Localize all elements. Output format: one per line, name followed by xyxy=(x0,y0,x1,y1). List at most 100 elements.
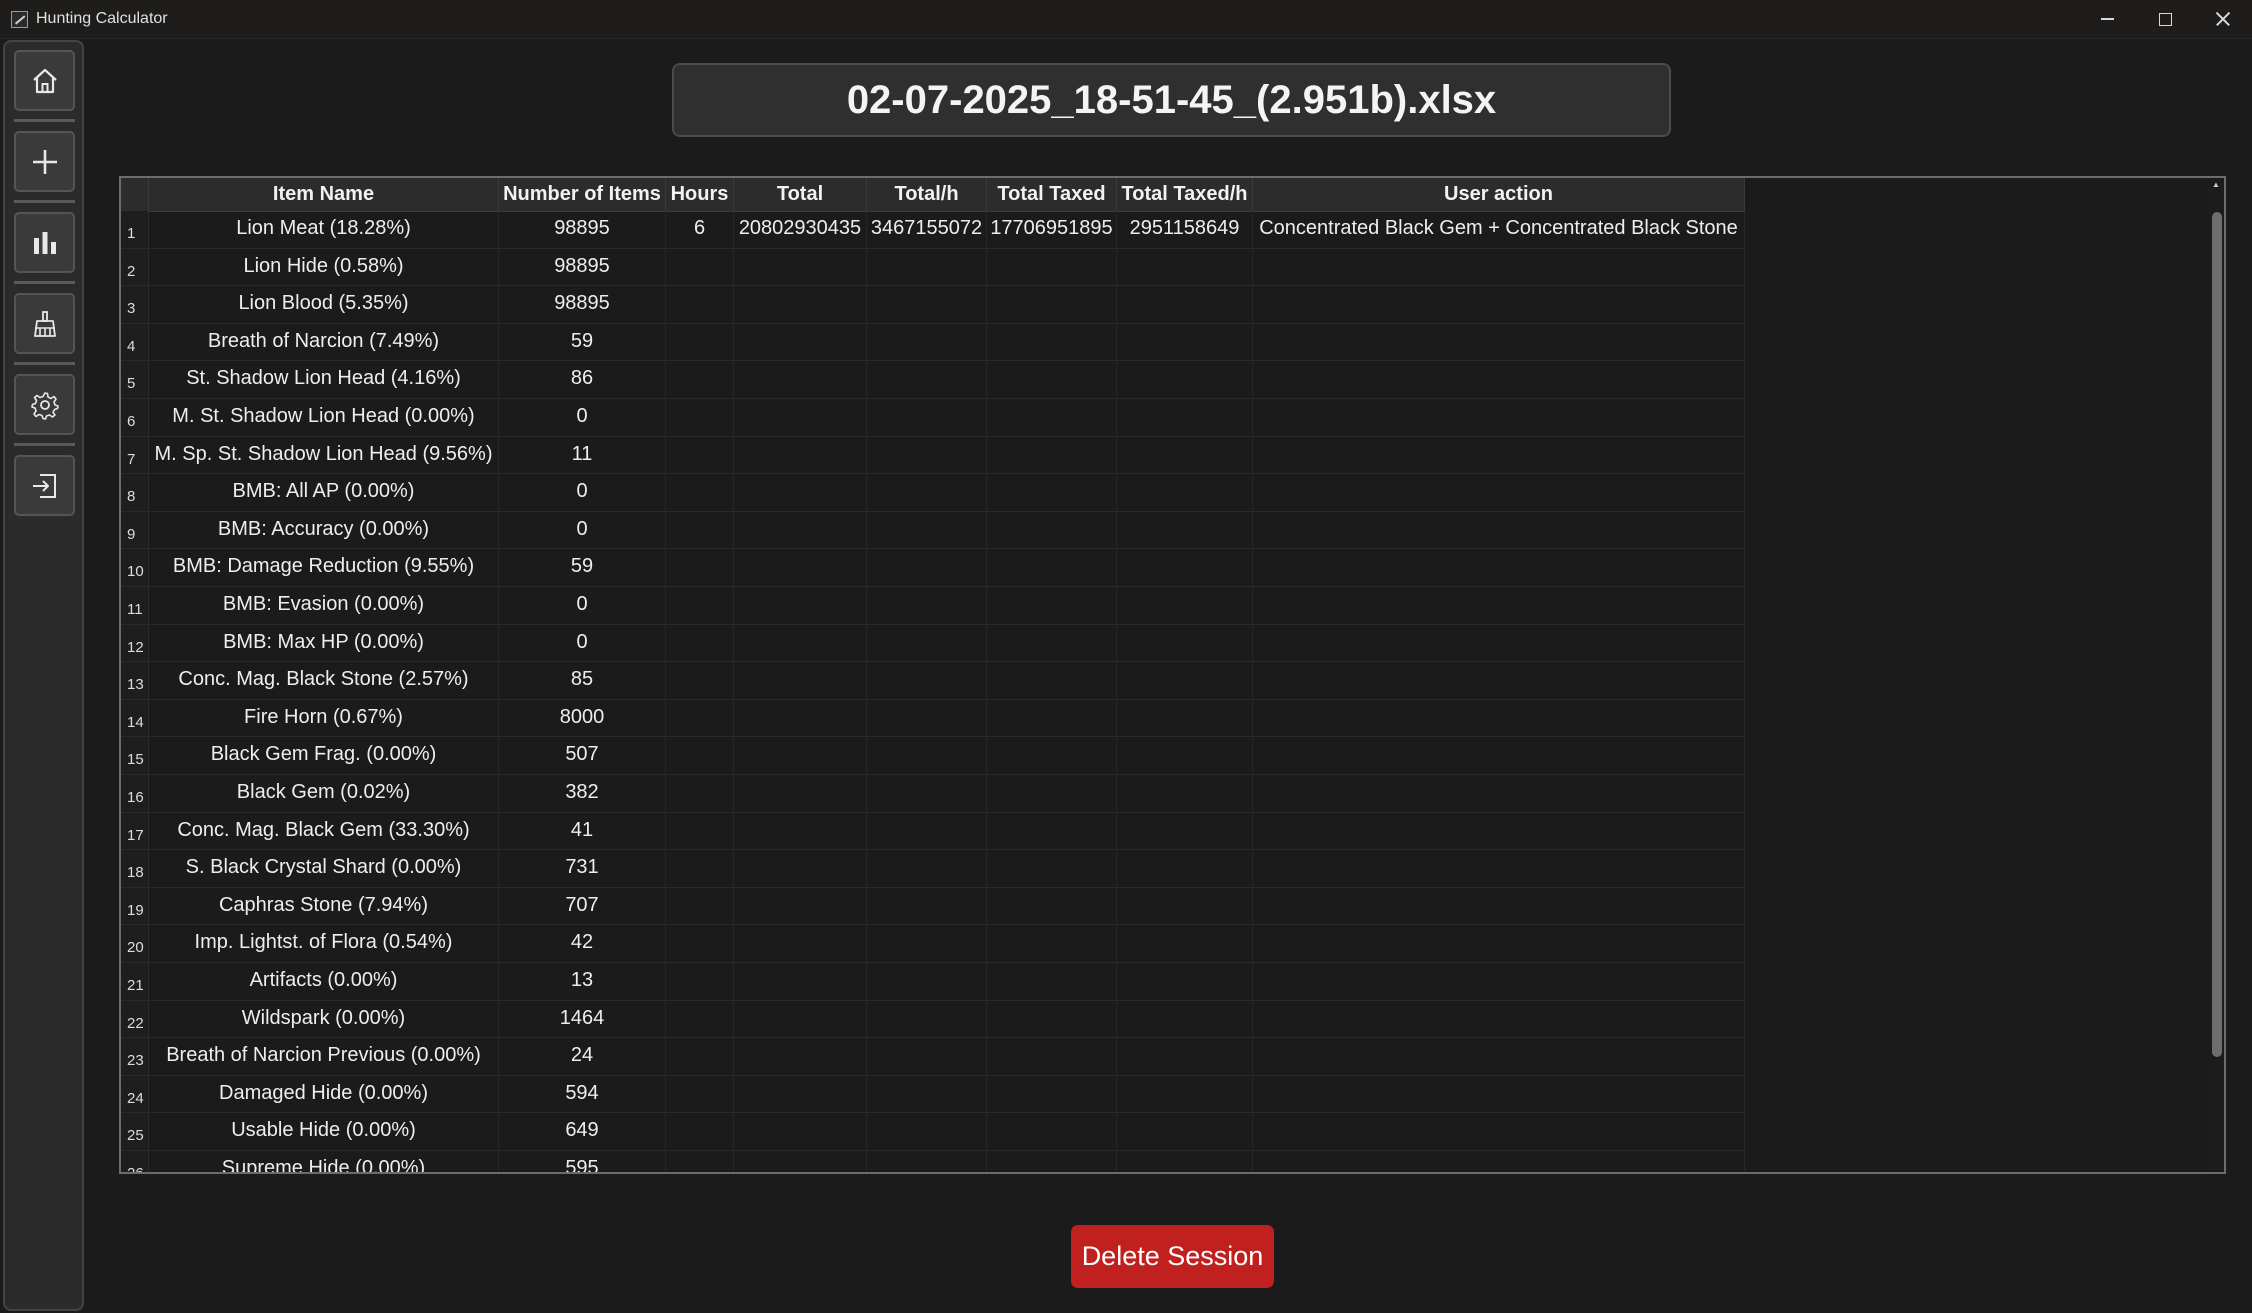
cell-total[interactable] xyxy=(734,775,867,812)
cell-total-per-hour[interactable] xyxy=(867,1038,987,1075)
cell-user-action[interactable] xyxy=(1253,850,1745,887)
cell-total[interactable]: 20802930435 xyxy=(734,211,867,248)
cell-total-taxed[interactable] xyxy=(987,624,1117,662)
table-row[interactable]: 5 St. Shadow Lion Head (4.16%) 86 xyxy=(121,361,1745,399)
cell-total-taxed[interactable] xyxy=(987,248,1117,286)
cell-hours[interactable] xyxy=(666,925,734,962)
cell-hours[interactable] xyxy=(666,775,734,812)
cell-total-per-hour[interactable] xyxy=(867,1151,987,1172)
cell-total[interactable] xyxy=(734,399,867,436)
row-number[interactable]: 17 xyxy=(121,812,149,850)
cell-total-per-hour[interactable] xyxy=(867,624,987,662)
cell-number-of-items[interactable]: 0 xyxy=(499,624,666,662)
cell-total-taxed[interactable] xyxy=(987,361,1117,398)
cell-number-of-items[interactable]: 13 xyxy=(499,963,666,1000)
row-number[interactable]: 24 xyxy=(121,1075,149,1113)
cell-total[interactable] xyxy=(734,887,867,925)
cell-total-taxed[interactable] xyxy=(987,1000,1117,1038)
cell-total-taxed-per-hour[interactable] xyxy=(1117,549,1253,586)
cell-number-of-items[interactable]: 0 xyxy=(499,474,666,511)
cell-total[interactable] xyxy=(734,323,867,361)
cell-total-taxed-per-hour[interactable] xyxy=(1117,1075,1253,1113)
cell-hours[interactable] xyxy=(666,286,734,323)
row-number[interactable]: 18 xyxy=(121,850,149,887)
row-number[interactable]: 9 xyxy=(121,511,149,549)
cell-hours[interactable] xyxy=(666,699,734,737)
cell-total-per-hour[interactable] xyxy=(867,812,987,850)
cell-total[interactable] xyxy=(734,1075,867,1113)
row-number[interactable]: 21 xyxy=(121,963,149,1000)
cell-number-of-items[interactable]: 8000 xyxy=(499,699,666,737)
row-number[interactable]: 12 xyxy=(121,624,149,662)
cell-hours[interactable] xyxy=(666,887,734,925)
cell-user-action[interactable] xyxy=(1253,248,1745,286)
cell-total-taxed-per-hour[interactable] xyxy=(1117,1113,1253,1150)
cell-total-taxed-per-hour[interactable] xyxy=(1117,775,1253,812)
cell-total-taxed-per-hour[interactable] xyxy=(1117,963,1253,1000)
cell-user-action[interactable] xyxy=(1253,587,1745,624)
cell-user-action[interactable] xyxy=(1253,887,1745,925)
table-row[interactable]: 9 BMB: Accuracy (0.00%) 0 xyxy=(121,511,1745,550)
table-row[interactable]: 3 Lion Blood (5.35%) 98895 xyxy=(121,286,1745,324)
cell-total-per-hour[interactable] xyxy=(867,925,987,962)
cell-total-per-hour[interactable] xyxy=(867,361,987,398)
cell-total[interactable] xyxy=(734,361,867,398)
session-table[interactable]: Item Name Number of Items Hours Total To… xyxy=(119,176,2226,1174)
cell-user-action[interactable] xyxy=(1253,323,1745,361)
cell-number-of-items[interactable]: 707 xyxy=(499,887,666,925)
cell-user-action[interactable] xyxy=(1253,1000,1745,1038)
cell-total-taxed[interactable] xyxy=(987,850,1117,887)
cell-total-taxed[interactable] xyxy=(987,737,1117,774)
table-row[interactable]: 8 BMB: All AP (0.00%) 0 xyxy=(121,474,1745,512)
cell-item-name[interactable]: Conc. Mag. Black Gem (33.30%) xyxy=(149,812,499,850)
column-header-hours[interactable]: Hours xyxy=(666,178,734,211)
cell-total-taxed[interactable] xyxy=(987,662,1117,699)
cell-user-action[interactable] xyxy=(1253,963,1745,1000)
cell-item-name[interactable]: Lion Meat (18.28%) xyxy=(149,211,499,248)
cell-total-taxed[interactable] xyxy=(987,436,1117,474)
column-header-item-name[interactable]: Item Name xyxy=(149,178,499,211)
cell-item-name[interactable]: Black Gem Frag. (0.00%) xyxy=(149,737,499,774)
cell-total-taxed-per-hour[interactable] xyxy=(1117,662,1253,699)
cell-total-per-hour[interactable] xyxy=(867,436,987,474)
cell-number-of-items[interactable]: 382 xyxy=(499,775,666,812)
table-row[interactable]: 21 Artifacts (0.00%) 13 xyxy=(121,963,1745,1001)
cell-total[interactable] xyxy=(734,699,867,737)
cell-total-taxed-per-hour[interactable] xyxy=(1117,624,1253,662)
cell-total-per-hour[interactable] xyxy=(867,775,987,812)
row-number[interactable]: 8 xyxy=(121,474,149,511)
cell-item-name[interactable]: Damaged Hide (0.00%) xyxy=(149,1075,499,1113)
scrollbar-thumb[interactable] xyxy=(2212,212,2222,1057)
cell-number-of-items[interactable]: 731 xyxy=(499,850,666,887)
cell-item-name[interactable]: Breath of Narcion Previous (0.00%) xyxy=(149,1038,499,1075)
row-number[interactable]: 14 xyxy=(121,699,149,737)
cell-total-taxed[interactable] xyxy=(987,549,1117,586)
table-row[interactable]: 24 Damaged Hide (0.00%) 594 xyxy=(121,1075,1745,1114)
table-row[interactable]: 25 Usable Hide (0.00%) 649 xyxy=(121,1113,1745,1151)
cell-total[interactable] xyxy=(734,436,867,474)
row-number[interactable]: 16 xyxy=(121,775,149,812)
cell-total[interactable] xyxy=(734,1000,867,1038)
vertical-scrollbar[interactable]: ▲ xyxy=(2208,178,2224,1172)
table-row[interactable]: 6 M. St. Shadow Lion Head (0.00%) 0 xyxy=(121,399,1745,437)
cell-user-action[interactable]: Concentrated Black Gem + Concentrated Bl… xyxy=(1253,211,1745,248)
cell-total-taxed-per-hour[interactable] xyxy=(1117,361,1253,398)
cell-total-per-hour[interactable] xyxy=(867,323,987,361)
cell-item-name[interactable]: Imp. Lightst. of Flora (0.54%) xyxy=(149,925,499,962)
cell-number-of-items[interactable]: 59 xyxy=(499,323,666,361)
cell-hours[interactable] xyxy=(666,662,734,699)
column-header-number-of-items[interactable]: Number of Items xyxy=(499,178,666,211)
cell-user-action[interactable] xyxy=(1253,624,1745,662)
cell-total[interactable] xyxy=(734,511,867,549)
maximize-button[interactable] xyxy=(2136,0,2194,38)
cell-number-of-items[interactable]: 11 xyxy=(499,436,666,474)
cell-hours[interactable] xyxy=(666,511,734,549)
cell-total[interactable] xyxy=(734,1113,867,1150)
cell-user-action[interactable] xyxy=(1253,1075,1745,1113)
cell-total[interactable] xyxy=(734,963,867,1000)
cell-total[interactable] xyxy=(734,248,867,286)
cell-total[interactable] xyxy=(734,286,867,323)
table-row[interactable]: 26 Supreme Hide (0.00%) 595 xyxy=(121,1151,1745,1172)
cell-total-taxed-per-hour[interactable] xyxy=(1117,1151,1253,1172)
table-row[interactable]: 12 BMB: Max HP (0.00%) 0 xyxy=(121,624,1745,663)
